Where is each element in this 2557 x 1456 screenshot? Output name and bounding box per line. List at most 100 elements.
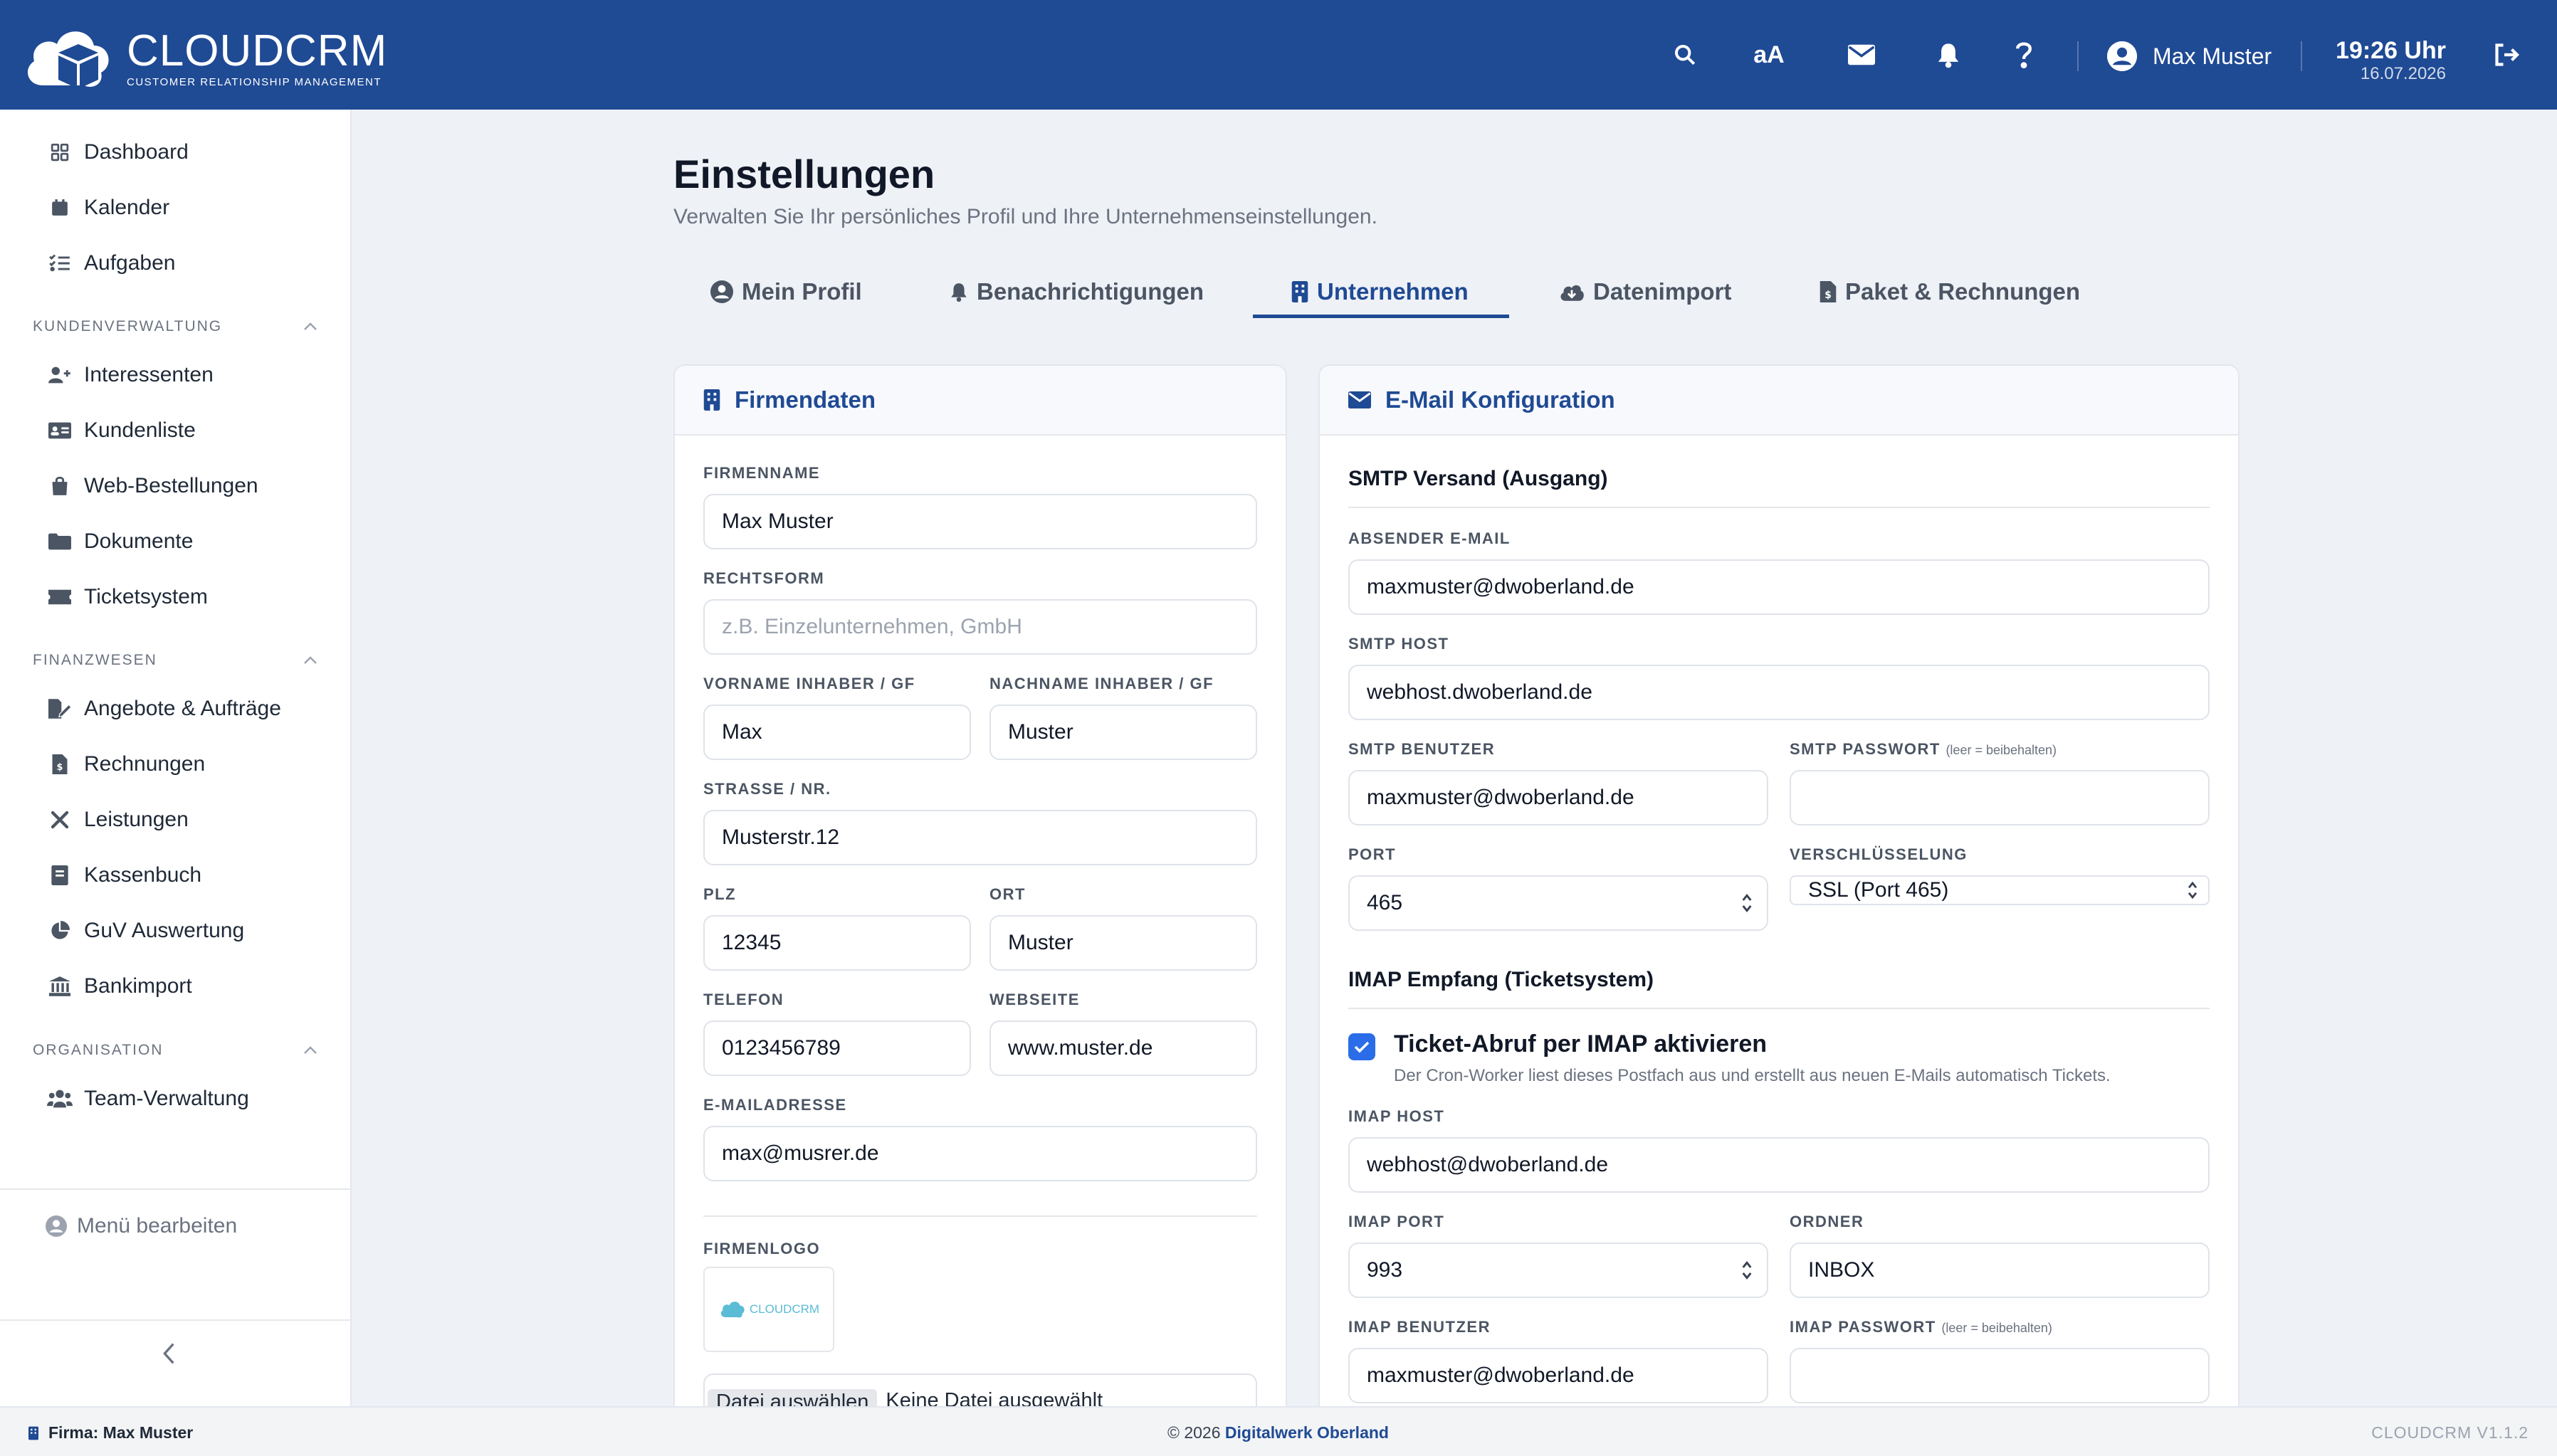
shopping-bag-icon <box>46 472 74 500</box>
user-avatar-icon <box>2107 41 2137 71</box>
sidebar-item-interessenten[interactable]: Interessenten <box>46 357 214 393</box>
spinner-icon[interactable] <box>1741 1258 1753 1282</box>
logo-preview-text: CLOUDCRM <box>749 1302 820 1316</box>
calendar-icon <box>46 194 74 222</box>
collapse-sidebar-button[interactable] <box>161 1342 178 1365</box>
sidebar-item-ticketsystem[interactable]: Ticketsystem <box>46 579 208 615</box>
street-label: STRASSE / NR. <box>703 780 831 798</box>
sidebar-item-bankimport[interactable]: Bankimport <box>46 969 192 1004</box>
smtp-host-input[interactable] <box>1348 665 2210 720</box>
bell-icon[interactable] <box>1931 37 1966 73</box>
tab-datenimport[interactable]: Datenimport <box>1559 263 1731 320</box>
phone-label: TELEFON <box>703 991 784 1008</box>
divider <box>1348 1008 2210 1009</box>
sidebar-item-guv[interactable]: GuV Auswertung <box>46 913 244 949</box>
menu-edit-button[interactable]: Menü bearbeiten <box>46 1214 237 1238</box>
sidebar-item-dashboard[interactable]: Dashboard <box>46 134 189 170</box>
company-name-input[interactable] <box>703 494 1257 549</box>
imap-enable-checkbox[interactable] <box>1348 1033 1375 1060</box>
app-logo[interactable]: CLOUDCRM CUSTOMER RELATIONSHIP MANAGEMEN… <box>21 21 387 95</box>
owner-lastname-label: NACHNAME INHABER / GF <box>989 675 1214 692</box>
website-input[interactable] <box>989 1020 1257 1076</box>
users-icon <box>46 1085 74 1113</box>
footer-copyright: © 2026 Digitalwerk Oberland <box>1167 1423 1389 1442</box>
mail-icon[interactable] <box>1844 37 1879 73</box>
invoice-icon: $ <box>46 750 74 779</box>
file-invoice-icon: $ <box>1820 281 1837 302</box>
website-label: WEBSEITE <box>989 991 1080 1008</box>
tab-paket-rechnungen[interactable]: $ Paket & Rechnungen <box>1820 263 2080 320</box>
section-header-finanzwesen[interactable]: FINANZWESEN <box>33 652 317 669</box>
select-arrows-icon <box>2187 880 2198 901</box>
imap-host-label: IMAP HOST <box>1348 1107 1445 1125</box>
zip-input[interactable] <box>703 915 971 971</box>
company-name-label: FIRMENNAME <box>703 464 821 482</box>
sidebar-item-team[interactable]: Team-Verwaltung <box>46 1081 249 1117</box>
id-card-icon <box>46 416 74 445</box>
owner-firstname-input[interactable] <box>703 705 971 760</box>
phone-input[interactable] <box>703 1020 971 1076</box>
building-icon <box>28 1426 38 1440</box>
tab-mein-profil[interactable]: Mein Profil <box>710 263 862 320</box>
user-plus-icon <box>46 361 74 389</box>
active-tab-indicator <box>1253 315 1509 318</box>
zip-label: PLZ <box>703 885 737 903</box>
folder-input[interactable] <box>1790 1243 2210 1298</box>
building-icon <box>1291 281 1308 302</box>
imap-port-stepper[interactable] <box>1348 1243 1768 1298</box>
help-icon[interactable] <box>2006 37 2042 73</box>
section-header-kundenverwaltung[interactable]: KUNDENVERWALTUNG <box>33 318 317 335</box>
street-input[interactable] <box>703 810 1257 865</box>
sidebar-item-leistungen[interactable]: Leistungen <box>46 802 189 838</box>
vendor-link[interactable]: Digitalwerk Oberland <box>1225 1423 1389 1442</box>
chevron-up-icon <box>303 1046 317 1055</box>
legal-form-input[interactable] <box>703 599 1257 655</box>
sidebar-item-dokumente[interactable]: Dokumente <box>46 524 193 559</box>
sidebar-item-calendar[interactable]: Kalender <box>46 190 169 226</box>
user-menu[interactable]: Max Muster <box>2107 41 2272 71</box>
divider <box>0 1188 352 1190</box>
sidebar-item-web-bestellungen[interactable]: Web-Bestellungen <box>46 468 258 504</box>
sidebar-item-tasks[interactable]: Aufgaben <box>46 246 175 281</box>
email-input[interactable] <box>703 1126 1257 1181</box>
imap-enable-help: Der Cron-Worker liest dieses Postfach au… <box>1394 1066 2111 1085</box>
sender-email-input[interactable] <box>1348 559 2210 615</box>
email-label: E-MAILADRESSE <box>703 1096 847 1114</box>
user-name: Max Muster <box>2153 43 2272 69</box>
owner-lastname-input[interactable] <box>989 705 1257 760</box>
sidebar-item-kassenbuch[interactable]: Kassenbuch <box>46 858 201 893</box>
svg-text:$: $ <box>57 762 63 773</box>
tab-unternehmen[interactable]: Unternehmen <box>1291 263 1469 320</box>
imap-host-input[interactable] <box>1348 1137 2210 1193</box>
clock-date: 16.07.2026 <box>2360 64 2446 83</box>
spinner-icon[interactable] <box>1741 891 1753 915</box>
sidebar-item-angebote[interactable]: Angebote & Aufträge <box>46 691 281 727</box>
page-title: Einstellungen <box>673 152 935 196</box>
chevron-up-icon <box>303 322 317 331</box>
user-circle-icon <box>710 280 733 303</box>
font-size-toggle[interactable]: aA <box>1751 37 1787 73</box>
svg-text:$: $ <box>1824 290 1832 301</box>
imap-port-input[interactable] <box>1348 1243 1768 1298</box>
smtp-password-input[interactable] <box>1790 770 2210 825</box>
sidebar-item-rechnungen[interactable]: $ Rechnungen <box>46 747 205 782</box>
search-icon[interactable] <box>1667 37 1703 73</box>
smtp-user-input[interactable] <box>1348 770 1768 825</box>
tab-benachrichtigungen[interactable]: Benachrichtigungen <box>950 263 1204 320</box>
port-stepper[interactable] <box>1348 875 1768 931</box>
sidebar-item-kundenliste[interactable]: Kundenliste <box>46 413 196 448</box>
imap-enable-label[interactable]: Ticket-Abruf per IMAP aktivieren <box>1394 1030 1767 1058</box>
encryption-select[interactable]: SSL (Port 465) <box>1790 875 2210 905</box>
ticket-icon <box>46 583 74 611</box>
city-input[interactable] <box>989 915 1257 971</box>
section-header-organisation[interactable]: ORGANISATION <box>33 1042 317 1059</box>
imap-password-input[interactable] <box>1790 1348 2210 1403</box>
port-input[interactable] <box>1348 875 1768 931</box>
footer: Firma: Max Muster © 2026 Digitalwerk Obe… <box>0 1406 2557 1456</box>
logo-label: FIRMENLOGO <box>703 1240 821 1257</box>
building-icon <box>703 389 720 411</box>
imap-user-input[interactable] <box>1348 1348 1768 1403</box>
smtp-section-title: SMTP Versand (Ausgang) <box>1348 467 1608 490</box>
logout-icon[interactable] <box>2489 37 2524 73</box>
chevron-left-icon <box>163 1343 174 1364</box>
